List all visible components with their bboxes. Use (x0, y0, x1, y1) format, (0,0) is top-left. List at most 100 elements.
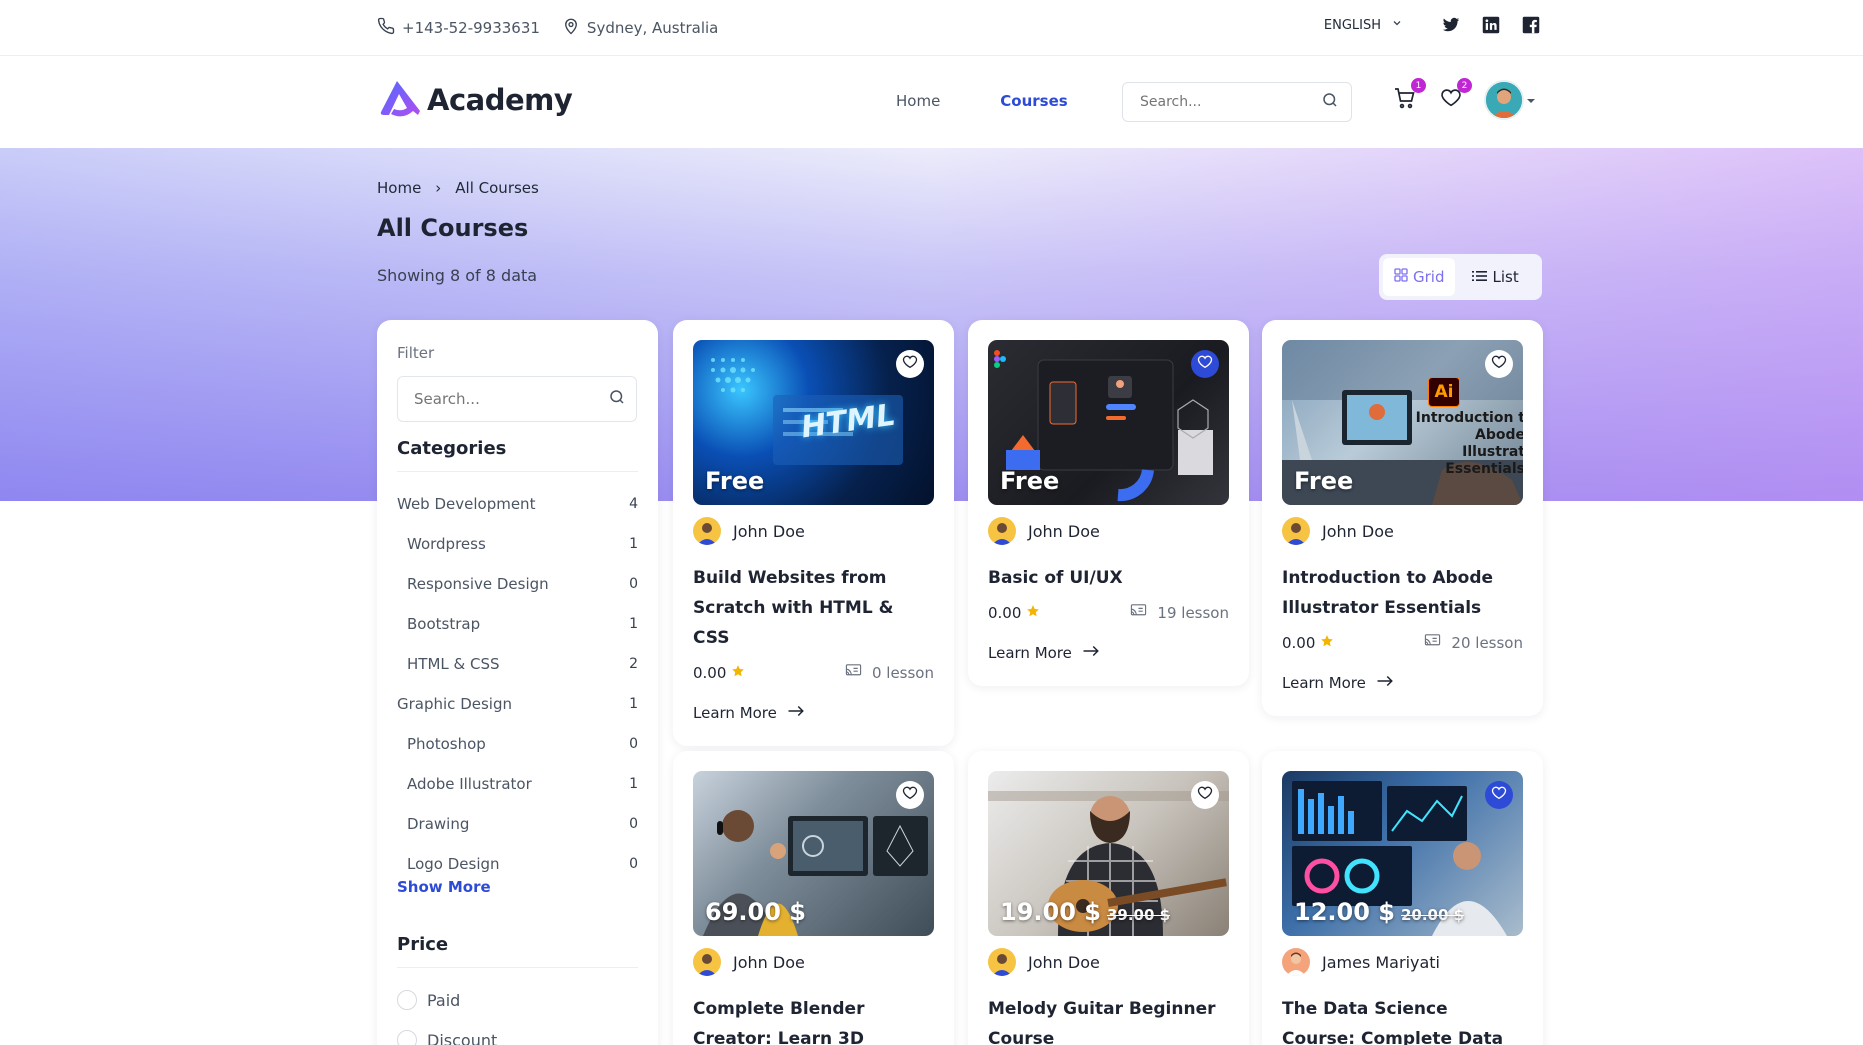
price-option-discount[interactable]: Discount (397, 1020, 638, 1045)
sidebar-search-input[interactable] (414, 390, 594, 408)
course-card[interactable]: Ai Introduction t Abode Illustrat Essent… (1262, 320, 1543, 716)
course-thumbnail[interactable]: 19.00 $ 39.00 $ (988, 771, 1229, 936)
chevron-down-icon (1391, 17, 1403, 33)
star-icon (1320, 634, 1334, 652)
course-thumbnail[interactable]: HTML Free (693, 340, 934, 505)
location-pin-icon (562, 17, 580, 39)
course-thumbnail[interactable]: 12.00 $ 20.00 $ (1282, 771, 1523, 936)
phone-number: +143-52-9933631 (402, 19, 540, 37)
nav-search-input[interactable] (1140, 94, 1310, 110)
author-name[interactable]: John Doe (1028, 953, 1100, 972)
category-label: HTML & CSS (407, 655, 500, 673)
course-thumbnail[interactable]: Ai Introduction t Abode Illustrat Essent… (1282, 340, 1523, 505)
brand-name: Academy (427, 83, 573, 117)
course-meta: 0.00 19 lesson (988, 603, 1229, 622)
course-title[interactable]: Complete Blender Creator: Learn 3D Model… (693, 994, 934, 1045)
categories-title: Categories (397, 438, 638, 472)
author-name[interactable]: John Doe (1322, 522, 1394, 541)
course-title[interactable]: The Data Science Course: Complete Data S… (1282, 994, 1523, 1045)
course-price: 19.00 $ 39.00 $ (1000, 898, 1170, 926)
old-price-value: 20.00 $ (1400, 906, 1465, 924)
category-item[interactable]: Responsive Design 0 (397, 564, 638, 604)
course-card[interactable]: 69.00 $ John Doe Complete Blender Creato… (673, 751, 954, 1045)
price-option-paid[interactable]: Paid (397, 980, 638, 1020)
nav-link-home[interactable]: Home (896, 92, 940, 110)
category-label: Drawing (407, 815, 470, 833)
language-selector[interactable]: ENGLISH (1324, 17, 1403, 33)
category-item[interactable]: Bootstrap 1 (397, 604, 638, 644)
lesson-count: 0 lesson (871, 663, 934, 682)
course-lessons: 0 lesson (845, 663, 934, 682)
category-item[interactable]: Drawing 0 (397, 804, 638, 844)
filter-label: Filter (397, 344, 435, 362)
category-item[interactable]: Graphic Design 1 (397, 684, 638, 724)
cart-button[interactable]: 1 (1392, 78, 1426, 113)
category-count: 1 (629, 776, 638, 792)
course-rating: 0.00 (693, 664, 745, 682)
course-thumbnail[interactable]: 69.00 $ (693, 771, 934, 936)
category-item[interactable]: HTML & CSS 2 (397, 644, 638, 684)
learn-more-link[interactable]: Learn More (693, 704, 934, 722)
course-title[interactable]: Build Websites from Scratch with HTML & … (693, 563, 934, 653)
course-thumbnail[interactable]: Free (988, 340, 1229, 505)
category-count: 1 (629, 536, 638, 552)
breadcrumb-home[interactable]: Home (377, 179, 421, 197)
course-title[interactable]: Basic of UI/UX (988, 563, 1229, 593)
course-price: 69.00 $ (705, 898, 806, 926)
favorite-button[interactable] (1485, 781, 1513, 809)
course-card[interactable]: Free John Doe Basic of UI/UX 0.00 19 les… (968, 320, 1249, 686)
favorite-button[interactable] (896, 350, 924, 378)
category-item[interactable]: Adobe Illustrator 1 (397, 764, 638, 804)
favorite-button[interactable] (1191, 350, 1219, 378)
learn-more-link[interactable]: Learn More (1282, 674, 1523, 692)
author-name[interactable]: John Doe (733, 522, 805, 541)
nav-menu: Home Courses (896, 92, 1068, 110)
category-count: 1 (629, 616, 638, 632)
brand-logo[interactable]: Academy (377, 78, 573, 122)
grid-view-label: Grid (1413, 268, 1445, 286)
lesson-icon (1424, 633, 1441, 652)
course-title[interactable]: Melody Guitar Beginner Course (988, 994, 1229, 1045)
author-name[interactable]: John Doe (733, 953, 805, 972)
twitter-icon[interactable] (1441, 15, 1461, 35)
category-item[interactable]: Photoshop 0 (397, 724, 638, 764)
favorite-button[interactable] (1485, 350, 1513, 378)
course-card[interactable]: 12.00 $ 20.00 $ James Mariyati The Data … (1262, 751, 1543, 1045)
category-count: 4 (629, 496, 638, 512)
heart-icon (1491, 785, 1507, 805)
course-lessons: 20 lesson (1424, 633, 1523, 652)
lesson-icon (845, 663, 862, 682)
course-title[interactable]: Introduction to Abode Illustrator Essent… (1282, 563, 1523, 623)
radio-button[interactable] (397, 990, 417, 1010)
category-item[interactable]: Web Development 4 (397, 484, 638, 524)
author-name[interactable]: John Doe (1028, 522, 1100, 541)
course-card[interactable]: HTML Free John Doe Build Websites from S… (673, 320, 954, 746)
search-icon[interactable] (1321, 91, 1339, 113)
location-item: Sydney, Australia (562, 17, 718, 39)
grid-view-button[interactable]: Grid (1383, 258, 1456, 296)
author-name[interactable]: James Mariyati (1322, 953, 1440, 972)
star-icon (731, 664, 745, 682)
category-label: Adobe Illustrator (407, 775, 532, 793)
list-view-label: List (1492, 268, 1519, 286)
learn-more-link[interactable]: Learn More (988, 644, 1229, 662)
list-view-button[interactable]: List (1461, 258, 1529, 296)
star-icon (1026, 604, 1040, 622)
phone-item[interactable]: +143-52-9933631 (377, 17, 540, 39)
course-author: James Mariyati (1282, 948, 1523, 976)
course-card[interactable]: 19.00 $ 39.00 $ John Doe Melody Guitar B… (968, 751, 1249, 1045)
search-icon[interactable] (608, 388, 626, 410)
favorite-button[interactable] (896, 781, 924, 809)
price-option-label: Discount (427, 1030, 498, 1045)
user-menu[interactable] (1484, 80, 1536, 120)
show-more-link[interactable]: Show More (397, 878, 638, 896)
old-price-value: 39.00 $ (1106, 906, 1171, 924)
radio-button[interactable] (397, 1030, 417, 1045)
wishlist-button[interactable]: 2 (1438, 78, 1472, 113)
category-item[interactable]: Wordpress 1 (397, 524, 638, 564)
nav-link-courses[interactable]: Courses (1000, 92, 1067, 110)
linkedin-icon[interactable] (1481, 15, 1501, 35)
facebook-icon[interactable] (1521, 15, 1541, 35)
category-label: Photoshop (407, 735, 486, 753)
favorite-button[interactable] (1191, 781, 1219, 809)
